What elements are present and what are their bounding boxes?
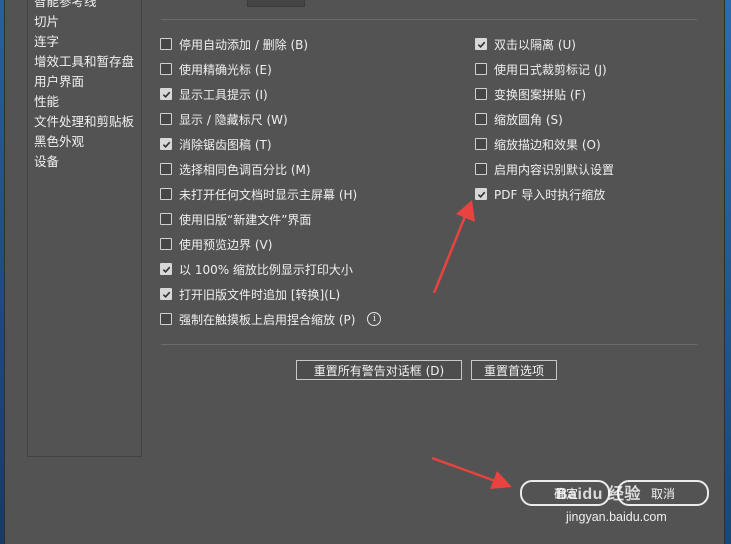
checkbox[interactable] [475, 188, 487, 200]
checkbox[interactable] [475, 163, 487, 175]
option-use-preview-bounds[interactable]: 使用预览边界 (V) [160, 235, 272, 253]
option-label: 使用预览边界 (V) [179, 237, 273, 252]
option-label: 缩放圆角 (S) [494, 112, 563, 127]
sidebar-item-slices[interactable]: 切片 [34, 14, 59, 30]
option-label: 显示 / 隐藏标尺 (W) [179, 112, 288, 127]
sidebar-item-file-handling-clipboard[interactable]: 文件处理和剪贴板 [34, 114, 134, 130]
watermark-url: jingyan.baidu.com [566, 510, 667, 524]
option-print-size-100[interactable]: 以 100% 缩放比例显示打印大小 [160, 260, 353, 278]
option-content-aware-defaults[interactable]: 启用内容识别默认设置 [475, 160, 614, 178]
bottom-divider [161, 344, 697, 345]
checkbox[interactable] [475, 113, 487, 125]
sidebar-item-smart-guides[interactable]: 智能参考线 [34, 0, 97, 10]
option-label: PDF 导入时执行缩放 [494, 187, 606, 202]
checkbox[interactable] [160, 213, 172, 225]
sidebar-item-plugins-scratch-disks[interactable]: 增效工具和暂存盘 [34, 54, 134, 70]
info-icon[interactable]: i [367, 312, 382, 326]
checkbox[interactable] [160, 63, 172, 75]
option-japanese-crop-marks[interactable]: 使用日式裁剪标记 (J) [475, 60, 607, 78]
option-show-tool-tips[interactable]: 显示工具提示 (I) [160, 85, 268, 103]
reset-preferences-button[interactable]: 重置首选项 [471, 360, 557, 380]
watermark-logo-text: Baidu 经验 [556, 486, 641, 503]
option-legacy-new-document[interactable]: 使用旧版“新建文件”界面 [160, 210, 311, 228]
desktop-background-right [725, 0, 731, 544]
option-scale-corners[interactable]: 缩放圆角 (S) [475, 110, 563, 128]
sidebar-item-devices[interactable]: 设备 [34, 154, 59, 170]
option-show-hide-rulers[interactable]: 显示 / 隐藏标尺 (W) [160, 110, 288, 128]
option-label: 显示工具提示 (I) [179, 87, 268, 102]
option-label: 打开旧版文件时追加 [转换](L) [179, 287, 341, 302]
checkbox[interactable] [160, 138, 172, 150]
option-scale-strokes-effects[interactable]: 缩放描边和效果 (O) [475, 135, 601, 153]
option-label: 使用日式裁剪标记 (J) [494, 62, 607, 77]
option-append-converted[interactable]: 打开旧版文件时追加 [转换](L) [160, 285, 340, 303]
option-label: 启用内容识别默认设置 [494, 162, 615, 177]
option-precise-cursors[interactable]: 使用精确光标 (E) [160, 60, 272, 78]
option-label: 消除锯齿图稿 (T) [179, 137, 272, 152]
preferences-dialog: 智能参考线 切片 连字 增效工具和暂存盘 用户界面 性能 文件处理和剪贴板 黑色… [4, 0, 725, 544]
option-label: 使用精确光标 (E) [179, 62, 272, 77]
option-label: 停用自动添加 / 删除 (B) [179, 37, 309, 52]
checkbox[interactable] [160, 88, 172, 100]
checkbox[interactable] [160, 163, 172, 175]
checkbox[interactable] [475, 88, 487, 100]
checkbox[interactable] [160, 188, 172, 200]
checkbox[interactable] [475, 63, 487, 75]
option-double-click-isolate[interactable]: 双击以隔离 (U) [475, 35, 576, 53]
option-transform-pattern-tiles[interactable]: 变换图案拼贴 (F) [475, 85, 586, 103]
cropped-field-label [163, 0, 233, 2]
checkbox[interactable] [160, 288, 172, 300]
checkbox[interactable] [475, 138, 487, 150]
option-scale-on-pdf-import[interactable]: PDF 导入时执行缩放 [475, 185, 605, 203]
option-label: 选择相同色调百分比 (M) [179, 162, 311, 177]
option-show-home-screen[interactable]: 未打开任何文档时显示主屏幕 (H) [160, 185, 357, 203]
option-disable-auto-add-delete[interactable]: 停用自动添加 / 删除 (B) [160, 35, 308, 53]
checkbox[interactable] [160, 113, 172, 125]
option-label: 双击以隔离 (U) [494, 37, 576, 52]
option-label: 缩放描边和效果 (O) [494, 137, 601, 152]
checkbox[interactable] [475, 38, 487, 50]
reset-all-warnings-button[interactable]: 重置所有警告对话框 (D) [296, 360, 462, 380]
option-label: 强制在触摸板上启用捏合缩放 (P) [179, 312, 356, 327]
option-label: 变换图案拼贴 (F) [494, 87, 587, 102]
checkbox[interactable] [160, 238, 172, 250]
checkbox[interactable] [160, 38, 172, 50]
sidebar-item-appearance-of-black[interactable]: 黑色外观 [34, 134, 84, 150]
checkbox[interactable] [160, 313, 172, 325]
cropped-top-field[interactable] [247, 0, 305, 7]
option-label: 使用旧版“新建文件”界面 [179, 212, 312, 227]
top-divider [161, 19, 697, 20]
sidebar-item-user-interface[interactable]: 用户界面 [34, 74, 84, 90]
option-select-same-tint[interactable]: 选择相同色调百分比 (M) [160, 160, 311, 178]
option-force-pinch-zoom[interactable]: 强制在触摸板上启用捏合缩放 (P) i [160, 310, 382, 328]
option-anti-aliased-artwork[interactable]: 消除锯齿图稿 (T) [160, 135, 272, 153]
cancel-button-label: 取消 [650, 486, 675, 501]
watermark-logo: Baidu 经验 [556, 480, 641, 504]
sidebar-item-hyphenation[interactable]: 连字 [34, 34, 59, 50]
option-label: 以 100% 缩放比例显示打印大小 [179, 262, 353, 277]
sidebar-item-performance[interactable]: 性能 [34, 94, 59, 110]
checkbox[interactable] [160, 263, 172, 275]
option-label: 未打开任何文档时显示主屏幕 (H) [179, 187, 358, 202]
category-list: 智能参考线 切片 连字 增效工具和暂存盘 用户界面 性能 文件处理和剪贴板 黑色… [27, 0, 142, 457]
